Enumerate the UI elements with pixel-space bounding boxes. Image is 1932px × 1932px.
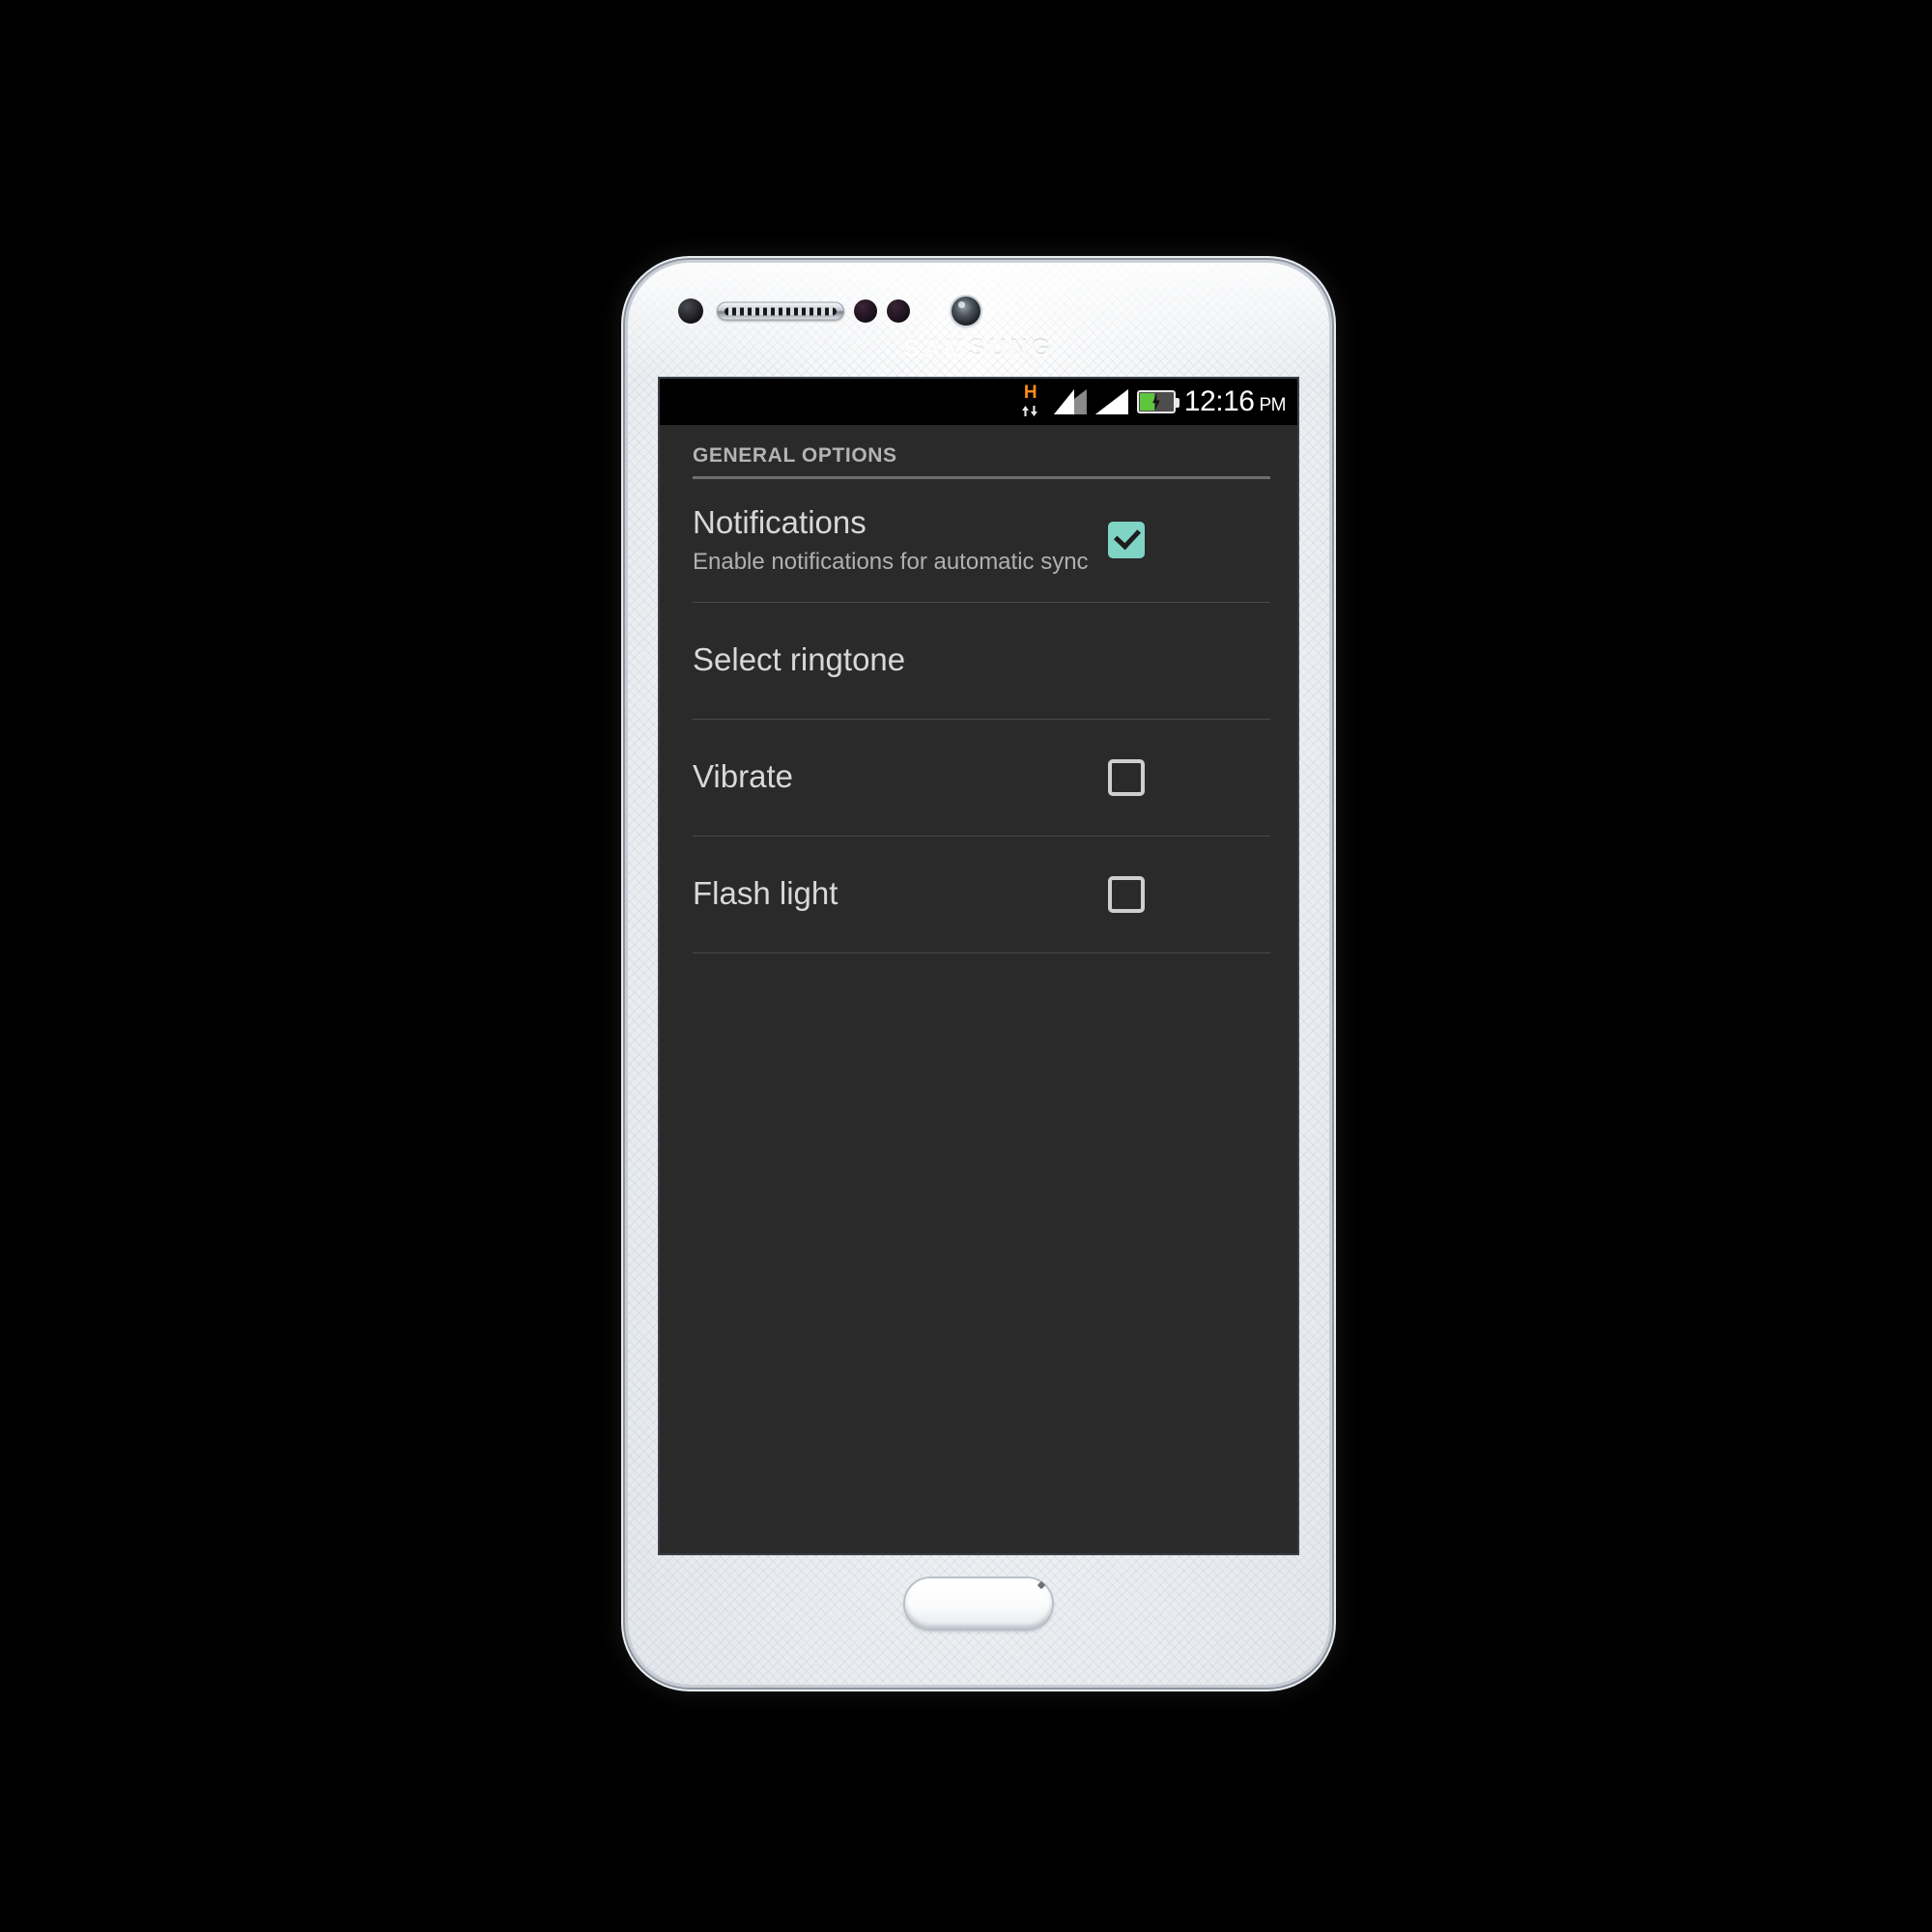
data-transfer-arrows-icon bbox=[1022, 406, 1037, 416]
top-sensor-row bbox=[628, 292, 1329, 330]
ir-sensor-right-icon bbox=[887, 299, 910, 323]
settings-row-title: Vibrate bbox=[693, 758, 793, 795]
samsung-logo: SAMSUNG bbox=[628, 334, 1329, 362]
flash-light-checkbox[interactable] bbox=[1108, 875, 1145, 913]
settings-list: GENERAL OPTIONS Notifications Enable not… bbox=[660, 425, 1297, 1553]
section-header-general-options: GENERAL OPTIONS bbox=[660, 425, 1297, 476]
home-button[interactable] bbox=[905, 1578, 1052, 1629]
settings-row-flash-light[interactable]: Flash light bbox=[660, 837, 1297, 952]
phone-device: SAMSUNG H 12:16 PM GENERAL OPTIONS Notif… bbox=[628, 263, 1329, 1685]
network-type-label: H bbox=[1023, 383, 1037, 403]
phone-screen: H 12:16 PM GENERAL OPTIONS Notifications… bbox=[660, 379, 1297, 1553]
front-camera-icon bbox=[952, 297, 980, 326]
signal-strength-sim2-icon bbox=[1094, 389, 1128, 414]
vibrate-checkbox[interactable] bbox=[1108, 758, 1145, 796]
status-bar: H 12:16 PM bbox=[660, 379, 1297, 425]
row-divider bbox=[693, 952, 1270, 953]
ir-sensor-left-icon bbox=[854, 299, 877, 323]
settings-row-summary: Enable notifications for automatic sync bbox=[693, 548, 1089, 575]
settings-row-select-ringtone[interactable]: Select ringtone bbox=[660, 603, 1297, 719]
section-header-label: GENERAL OPTIONS bbox=[693, 444, 897, 467]
screenshot-canvas: SAMSUNG H 12:16 PM GENERAL OPTIONS Notif… bbox=[0, 0, 1932, 1932]
settings-row-text-block: Notifications Enable notifications for a… bbox=[693, 479, 1108, 602]
proximity-sensor-icon bbox=[678, 298, 703, 324]
clock-ampm: PM bbox=[1259, 395, 1287, 415]
signal-strength-sim1-icon bbox=[1053, 389, 1087, 414]
battery-charging-icon bbox=[1136, 390, 1179, 413]
settings-row-title: Select ringtone bbox=[693, 641, 906, 678]
status-bar-clock: 12:16 PM bbox=[1183, 385, 1287, 418]
notifications-checkbox[interactable] bbox=[1108, 522, 1145, 559]
settings-row-title: Flash light bbox=[693, 875, 838, 912]
settings-row-title: Notifications bbox=[693, 504, 867, 540]
earpiece-speaker-icon bbox=[717, 301, 844, 321]
settings-row-notifications[interactable]: Notifications Enable notifications for a… bbox=[660, 479, 1297, 602]
settings-row-text-block: Select ringtone bbox=[693, 616, 1108, 704]
settings-row-text-block: Vibrate bbox=[693, 733, 1108, 821]
settings-row-vibrate[interactable]: Vibrate bbox=[660, 720, 1297, 836]
clock-time: 12:16 bbox=[1183, 385, 1255, 417]
network-type-icon: H bbox=[1020, 383, 1045, 418]
settings-row-text-block: Flash light bbox=[693, 850, 1108, 938]
